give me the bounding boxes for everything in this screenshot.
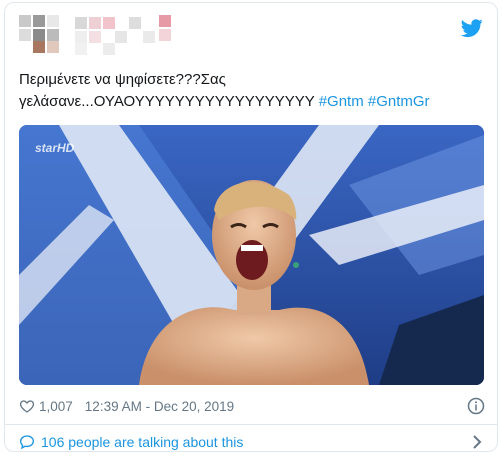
tweet-text-line-1: Περιμένετε να ψηφίσετε???Σας [19, 71, 226, 88]
tweet-timestamp[interactable]: 12:39 AM - Dec 20, 2019 [85, 399, 234, 414]
tweet-meta: 1,007 12:39 AM - Dec 20, 2019 [19, 396, 485, 416]
tv-screenshot: starHD [19, 125, 484, 385]
info-icon[interactable] [467, 397, 485, 415]
hashtag-gntmgr[interactable]: #GntmGr [368, 93, 430, 110]
talking-label[interactable]: 106 people are talking about this [41, 434, 243, 450]
divider [5, 424, 497, 425]
heart-icon[interactable] [19, 398, 35, 414]
conversation-link[interactable]: 106 people are talking about this [19, 431, 485, 451]
blurred-author-avatar[interactable] [19, 15, 199, 55]
tweet-text: Περιμένετε να ψηφίσετε???Σας γελάσανε...… [19, 69, 485, 113]
tweet-media-image[interactable]: starHD [19, 125, 484, 385]
channel-logo: starHD [35, 141, 75, 155]
like-count[interactable]: 1,007 [39, 399, 73, 414]
hashtag-gntm[interactable]: #Gntm [319, 93, 364, 110]
speech-bubble-icon [19, 435, 35, 450]
twitter-bird-icon[interactable] [461, 17, 483, 39]
tweet-card: Περιμένετε να ψηφίσετε???Σας γελάσανε...… [4, 2, 498, 452]
tweet-text-line-2: γελάσανε...ΟΥΑΟΥΥΥΥΥΥΥΥΥΥΥΥΥΥΥΥΥΥ [19, 93, 319, 110]
tweet-header [5, 3, 497, 61]
chevron-right-icon[interactable] [471, 435, 483, 449]
